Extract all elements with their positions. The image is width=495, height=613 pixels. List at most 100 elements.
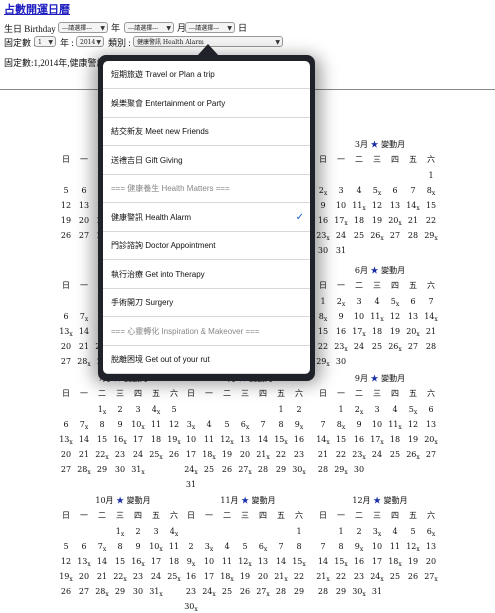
year-select[interactable]: 2014 [76,36,104,47]
dropdown-option-label: === 健康養生 Health Matters === [111,184,230,193]
birth-day-select[interactable]: ---請選擇--- [185,22,235,33]
day-mark: x [87,361,91,368]
day-cell: 4 [206,420,212,429]
weekday-header: 六 [427,281,435,290]
day-cell: 18x [202,450,216,461]
day-mark: x [177,439,181,446]
day-cell: 14 [96,557,108,566]
month-title: 11月 ★ 變動月 [183,495,313,506]
day-cell: 10 [371,420,383,429]
dropdown-option[interactable]: 娛樂聚會 Entertainment or Party [103,90,310,118]
day-mark: x [69,576,73,583]
day-cell: 11 [203,435,215,444]
day-cell: 16x [113,435,127,446]
change-month-label: 變動月 [381,140,406,149]
day-cell: 11 [168,542,180,551]
dropdown-option[interactable]: 短期旅遊 Travel or Plan a trip [103,61,310,89]
checkmark-icon: ✓ [295,211,304,223]
change-month-label: 變動月 [381,374,406,383]
dropdown-option[interactable]: 執行治療 Get into Therapy [103,261,310,289]
day-cell: 3 [153,527,159,536]
day-mark: x [377,190,382,197]
weekday-header: 一 [205,389,213,398]
weekday-header: 六 [427,155,435,164]
day-mark: x [398,561,402,568]
day-cell: 29 [96,465,108,474]
day-mark: x [209,546,214,553]
day-cell: 30x [184,602,198,613]
weekday-header: 四 [259,511,267,520]
birth-month-select[interactable]: ---請選擇--- [124,22,174,33]
day-cell: 1 [428,171,434,180]
day-cell: 12 [60,201,72,210]
day-mark: x [434,316,438,323]
day-mark: x [380,576,384,583]
dropdown-option[interactable]: 結交新友 Meet new Friends [103,118,310,146]
day-cell: 6 [81,186,87,195]
day-cell: 15x [334,557,348,568]
weekday-header: 六 [170,389,178,398]
month-label: 10月 [95,496,114,505]
day-cell: 22 [335,450,347,459]
day-mark: x [177,576,181,583]
day-cell: 31 [371,587,383,596]
weekday-header: 三 [373,155,381,164]
day-mark: x [87,469,91,476]
category-option-list[interactable]: 短期旅遊 Travel or Plan a trip 娛樂聚會 Entertain… [103,61,310,374]
day-cell: 30x [292,465,306,476]
day-mark: x [212,591,216,598]
dropdown-option[interactable]: 手術開刀 Surgery [103,289,310,317]
weekday-header: 日 [62,281,70,290]
day-cell: 26x [370,231,384,242]
day-cell: 23 [185,587,197,596]
day-cell: 20x [388,216,402,227]
weekday-header: 一 [337,281,345,290]
dropdown-option[interactable]: 脫離困境 Get out of your rut [103,346,310,374]
day-mark: x [359,546,364,553]
dropdown-group-header: === 健康養生 Health Matters === [103,175,310,203]
day-cell: 24 [150,572,162,581]
change-month-label: 變動月 [251,496,276,505]
dropdown-option[interactable]: 送禮吉日 Gift Giving [103,147,310,175]
dropdown-option[interactable]: 健康警訊 Health Alarm ✓ [103,204,310,232]
month-title: 10月 ★ 變動月 [58,495,188,506]
weekday-header: 三 [373,389,381,398]
day-cell: 28x [77,357,91,368]
day-cell: 26 [221,465,233,474]
day-cell: 17 [150,557,162,566]
weekday-header: 五 [409,281,417,290]
day-mark: x [323,316,328,323]
day-cell: 30x [352,587,366,598]
day-cell: 20 [60,342,72,351]
weekday-header: 一 [80,281,88,290]
birth-year-select[interactable]: ---請選擇--- [58,22,108,33]
weekday-header: 二 [355,155,363,164]
day-cell: 16 [353,557,365,566]
day-cell: 7x [79,312,89,323]
day-cell: 3 [374,405,380,414]
dropdown-option-label: 娛樂聚會 Entertainment or Party [111,98,226,108]
day-cell: 2 [356,527,362,536]
day-cell: 8 [296,542,302,551]
star-icon: ★ [368,266,382,275]
day-cell: 18 [389,435,401,444]
day-mark: x [174,531,179,538]
day-cell: 7 [320,542,326,551]
day-cell: 16 [335,327,347,336]
weekday-header: 二 [98,511,106,520]
day-cell: 4 [392,527,398,536]
weekday-header: 二 [355,511,363,520]
day-mark: x [102,409,107,416]
day-cell: 21x [256,450,270,461]
day-cell: 28x [77,465,91,476]
day-cell: 12 [60,557,72,566]
page-title[interactable]: 占數開運日曆 [4,1,70,17]
day-cell: 3x [204,542,214,553]
day-cell: 5 [171,405,177,414]
day-cell: 23 [132,572,144,581]
day-cell: 2 [188,542,194,551]
weekday-header: 五 [152,511,160,520]
dropdown-option[interactable]: 門診諮詢 Doctor Appointment [103,232,310,260]
fixed-number-select[interactable]: 1 [34,36,56,47]
day-cell: 3x [372,527,382,538]
